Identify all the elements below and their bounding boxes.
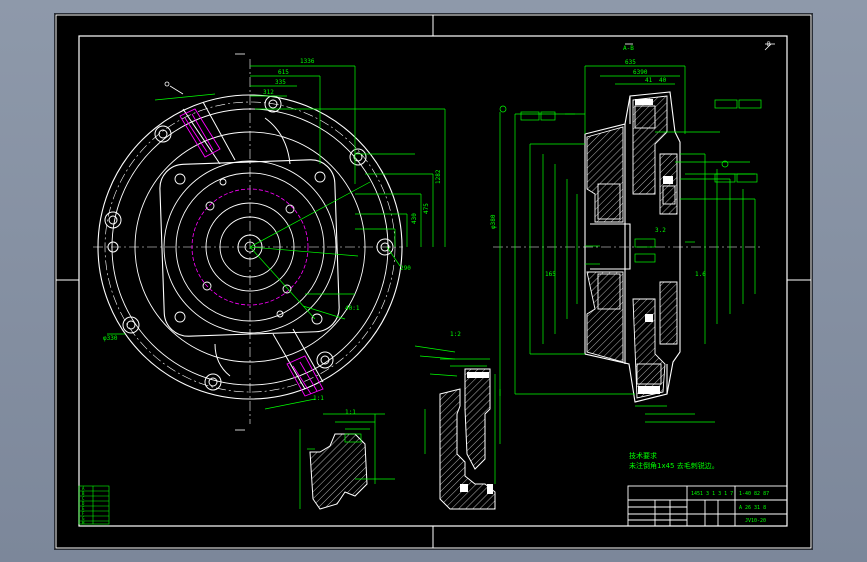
detail-1-label: 1:2: [450, 331, 461, 338]
dim-left-phi2: φ380: [490, 214, 497, 229]
cad-viewport[interactable]: 1336 615 335 312 635 6390 41 40 1282 475…: [54, 13, 813, 550]
section-view: [493, 43, 775, 423]
section-ab-label: A-B: [623, 45, 634, 52]
legend-texts: A B C D E F G H: [82, 486, 85, 525]
dim-left-phi: φ330: [103, 335, 118, 342]
title-block-texts: 1-40 82 87 A 26 31 8 JV10-20 1451 3 1 3 …: [691, 491, 769, 524]
dim-right-b: 41: [645, 77, 653, 84]
dim-top-span: 1336: [300, 58, 315, 65]
tech-notes: 技术要求 未注倒角1x45 去毛刺锐边。: [629, 451, 719, 470]
corner-mark: B: [767, 41, 771, 48]
dim-mid-2: 1.6: [695, 271, 706, 278]
dim-vertical-4: 290: [400, 265, 411, 272]
dim-vertical-1: 1282: [435, 169, 442, 184]
detail-view-2: [414, 345, 501, 510]
title-name: A 26 31 8: [739, 505, 766, 511]
section-titles: A-B 1:2 1:1 1:1 B: [313, 41, 771, 416]
title-top-right: 1-40 82 87: [739, 491, 769, 497]
tech-req-title: 技术要求: [629, 451, 657, 460]
front-view: [93, 53, 446, 431]
detail-view-1: [299, 413, 395, 510]
dim-vertical-3: 430: [411, 213, 418, 224]
detail-scale-label: 1:1: [345, 409, 356, 416]
dim-scale: 40:1: [345, 305, 360, 312]
dim-top-1: 615: [278, 69, 289, 76]
dim-top-2: 335: [275, 79, 286, 86]
dim-right-a: 6390: [633, 69, 648, 76]
tech-req-line: 未注倒角1x45 去毛刺锐边。: [629, 461, 719, 470]
dim-vertical-2: 475: [423, 203, 430, 214]
title-part-no: JV10-20: [745, 518, 766, 524]
title-company: 1451 3 1 3 1 7: [691, 491, 733, 497]
dim-top-3: 312: [263, 89, 274, 96]
dim-mid-1: 165: [545, 271, 556, 278]
drawing-sheet: 1336 615 335 312 635 6390 41 40 1282 475…: [55, 14, 812, 549]
detail-view-label: 1:1: [313, 395, 324, 402]
dim-right-span: 635: [625, 59, 636, 66]
dim-mid-3: 3.2: [655, 227, 666, 234]
dim-right-c: 40: [659, 77, 667, 84]
